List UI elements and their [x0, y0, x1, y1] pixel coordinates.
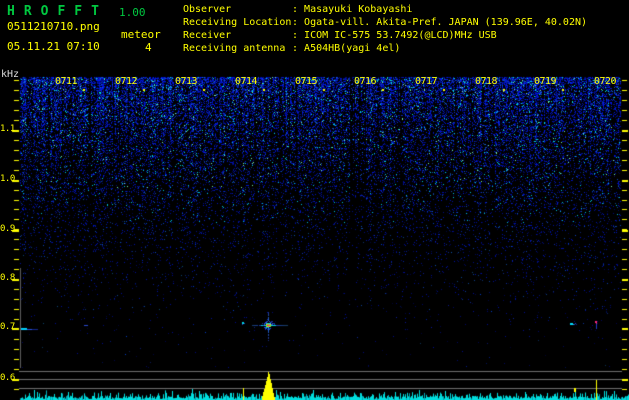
info-row: Receiving Location: Ogata-vill. Akita-Pr…: [183, 16, 587, 29]
info-colon: :: [292, 17, 305, 28]
freq-tick-label: 0.6: [0, 373, 15, 383]
time-tick-label: 0712: [115, 76, 138, 87]
freq-tick-label: 0.7: [0, 322, 15, 332]
hrofft-screen: HROFFT 1.00 0511210710.png meteor 05.11.…: [0, 0, 629, 400]
info-value: ICOM IC-575 53.7492(@LCD)MHz USB: [304, 30, 497, 41]
time-tick-label: 0720: [594, 76, 617, 87]
info-value: Masayuki Kobayashi: [304, 4, 413, 15]
spectrogram-canvas: [0, 0, 629, 400]
mode-label: meteor: [121, 28, 161, 41]
time-tick-label: 0716: [354, 76, 377, 87]
info-value: Ogata-vill. Akita-Pref. JAPAN (139.96E, …: [304, 17, 588, 28]
info-colon: :: [292, 4, 305, 15]
meteor-count: 4: [145, 41, 152, 54]
info-label: Receiver: [183, 30, 232, 41]
time-tick-label: 0718: [475, 76, 498, 87]
info-colon: :: [292, 43, 305, 54]
time-tick-label: 0714: [235, 76, 258, 87]
freq-unit-label: kHz: [1, 69, 20, 80]
info-label: Receiving antenna: [183, 43, 286, 54]
app-title: HROFFT: [7, 4, 108, 19]
info-value: A504HB(yagi 4el): [304, 43, 401, 54]
info-row: Receiver: ICOM IC-575 53.7492(@LCD)MHz U…: [183, 29, 587, 42]
freq-tick-label: 1.0: [0, 174, 15, 184]
output-filename: 0511210710.png: [7, 20, 100, 33]
datetime-label: 05.11.21 07:10: [7, 40, 100, 53]
time-tick-label: 0711: [55, 76, 78, 87]
time-tick-label: 0719: [534, 76, 557, 87]
time-tick-label: 0713: [175, 76, 198, 87]
app-version: 1.00: [119, 6, 146, 19]
info-label: Observer: [183, 4, 232, 15]
info-label: Receiving Location: [183, 17, 292, 28]
info-colon: :: [292, 30, 305, 41]
station-info-block: Observer: Masayuki Kobayashi Receiving Lo…: [183, 3, 587, 55]
freq-tick-label: 0.9: [0, 224, 15, 234]
freq-tick-label: 1.1: [0, 124, 15, 134]
time-tick-label: 0717: [415, 76, 438, 87]
info-row: Receiving antenna: A504HB(yagi 4el): [183, 42, 587, 55]
info-row: Observer: Masayuki Kobayashi: [183, 3, 587, 16]
freq-tick-label: 0.8: [0, 273, 15, 283]
time-tick-label: 0715: [295, 76, 318, 87]
